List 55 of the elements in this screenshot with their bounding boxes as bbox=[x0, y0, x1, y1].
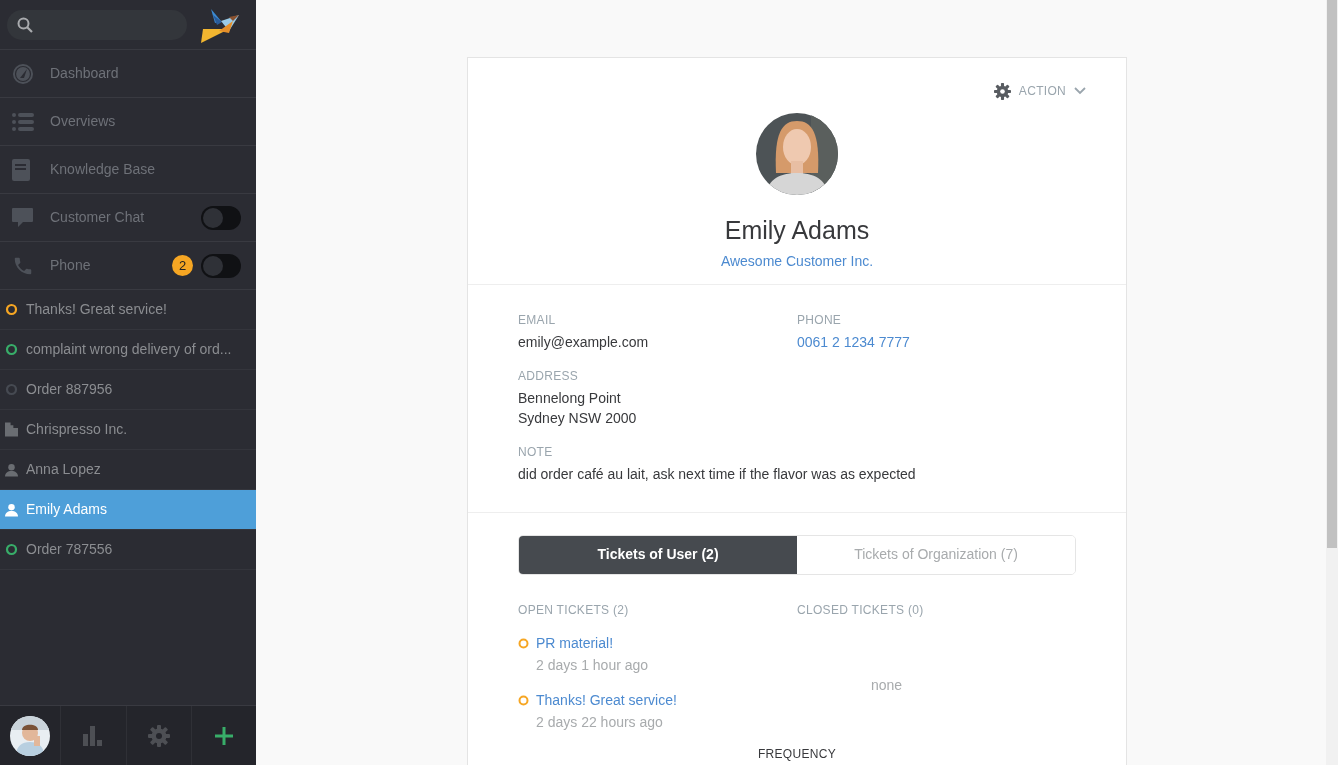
field-label: ADDRESS bbox=[518, 367, 580, 385]
task-label: Anna Lopez bbox=[26, 460, 101, 479]
field-label: EMAIL bbox=[518, 311, 557, 329]
task-item[interactable]: Emily Adams bbox=[0, 490, 256, 530]
customer-name: Emily Adams bbox=[724, 215, 870, 246]
settings-icon[interactable] bbox=[148, 724, 170, 747]
field-value: Bennelong Point Sydney NSW 2000 bbox=[518, 388, 638, 428]
book-icon bbox=[12, 158, 30, 181]
nav-item[interactable]: Overviews bbox=[0, 98, 256, 146]
tab[interactable]: Tickets of User (2) bbox=[519, 535, 797, 574]
task-label: Order 887956 bbox=[26, 380, 113, 399]
ticket-time: 2 days 22 hours ago bbox=[536, 712, 664, 732]
chevron-down-icon bbox=[1074, 87, 1086, 95]
section-heading: OPEN TICKETS (2) bbox=[518, 601, 630, 619]
person-icon bbox=[5, 502, 18, 517]
field-value: emily@example.com bbox=[518, 332, 650, 352]
task-label: complaint wrong delivery of ord... bbox=[26, 340, 232, 359]
person-icon bbox=[5, 462, 18, 477]
section-heading: CLOSED TICKETS (0) bbox=[797, 601, 925, 619]
field-label: NOTE bbox=[518, 443, 554, 461]
search-icon bbox=[17, 16, 33, 33]
plus-icon[interactable] bbox=[215, 726, 233, 745]
field-value: did order café au lait, ask next time if the flavor was as expected bbox=[518, 464, 917, 484]
chat-bubble-icon bbox=[12, 207, 33, 228]
toggle-switch[interactable] bbox=[201, 253, 241, 278]
action-menu-button[interactable]: ACTION bbox=[993, 82, 1086, 100]
task-item[interactable]: Thanks! Great service! bbox=[0, 290, 256, 330]
bar-chart-icon[interactable] bbox=[83, 725, 104, 746]
empty-text: none bbox=[870, 676, 903, 695]
task-label: Emily Adams bbox=[26, 500, 107, 519]
section-heading: FREQUENCY bbox=[757, 745, 836, 763]
list-icon bbox=[12, 112, 34, 131]
ticket-link[interactable]: Thanks! Great service! bbox=[536, 689, 677, 711]
ticket-time: 2 days 1 hour ago bbox=[536, 655, 649, 675]
task-item[interactable]: Order 887956 bbox=[0, 370, 256, 410]
toggle-switch[interactable] bbox=[201, 205, 241, 230]
phone-link[interactable]: 0061 2 1234 7777 bbox=[797, 331, 1076, 352]
gauge-icon bbox=[12, 62, 34, 85]
count-badge: 2 bbox=[172, 255, 193, 276]
task-label: Thanks! Great service! bbox=[26, 300, 167, 319]
task-item[interactable]: Order 787556 bbox=[0, 530, 256, 570]
nav-item[interactable]: Customer Chat bbox=[0, 194, 256, 242]
task-label: Order 787556 bbox=[26, 540, 113, 559]
field-label: PHONE bbox=[797, 311, 843, 329]
nav-item[interactable]: Knowledge Base bbox=[0, 146, 256, 194]
search-field[interactable] bbox=[7, 9, 187, 40]
nav-item[interactable]: Dashboard bbox=[0, 50, 256, 98]
building-icon bbox=[5, 422, 18, 437]
scrollbar[interactable] bbox=[1326, 0, 1338, 765]
task-item[interactable]: Chrispresso Inc. bbox=[0, 410, 256, 450]
task-item[interactable]: complaint wrong delivery of ord... bbox=[0, 330, 256, 370]
ticket-link[interactable]: PR material! bbox=[536, 632, 649, 654]
organization-link[interactable]: Awesome Customer Inc. bbox=[720, 250, 874, 272]
task-label: Chrispresso Inc. bbox=[26, 420, 128, 439]
settings-icon bbox=[993, 82, 1011, 100]
